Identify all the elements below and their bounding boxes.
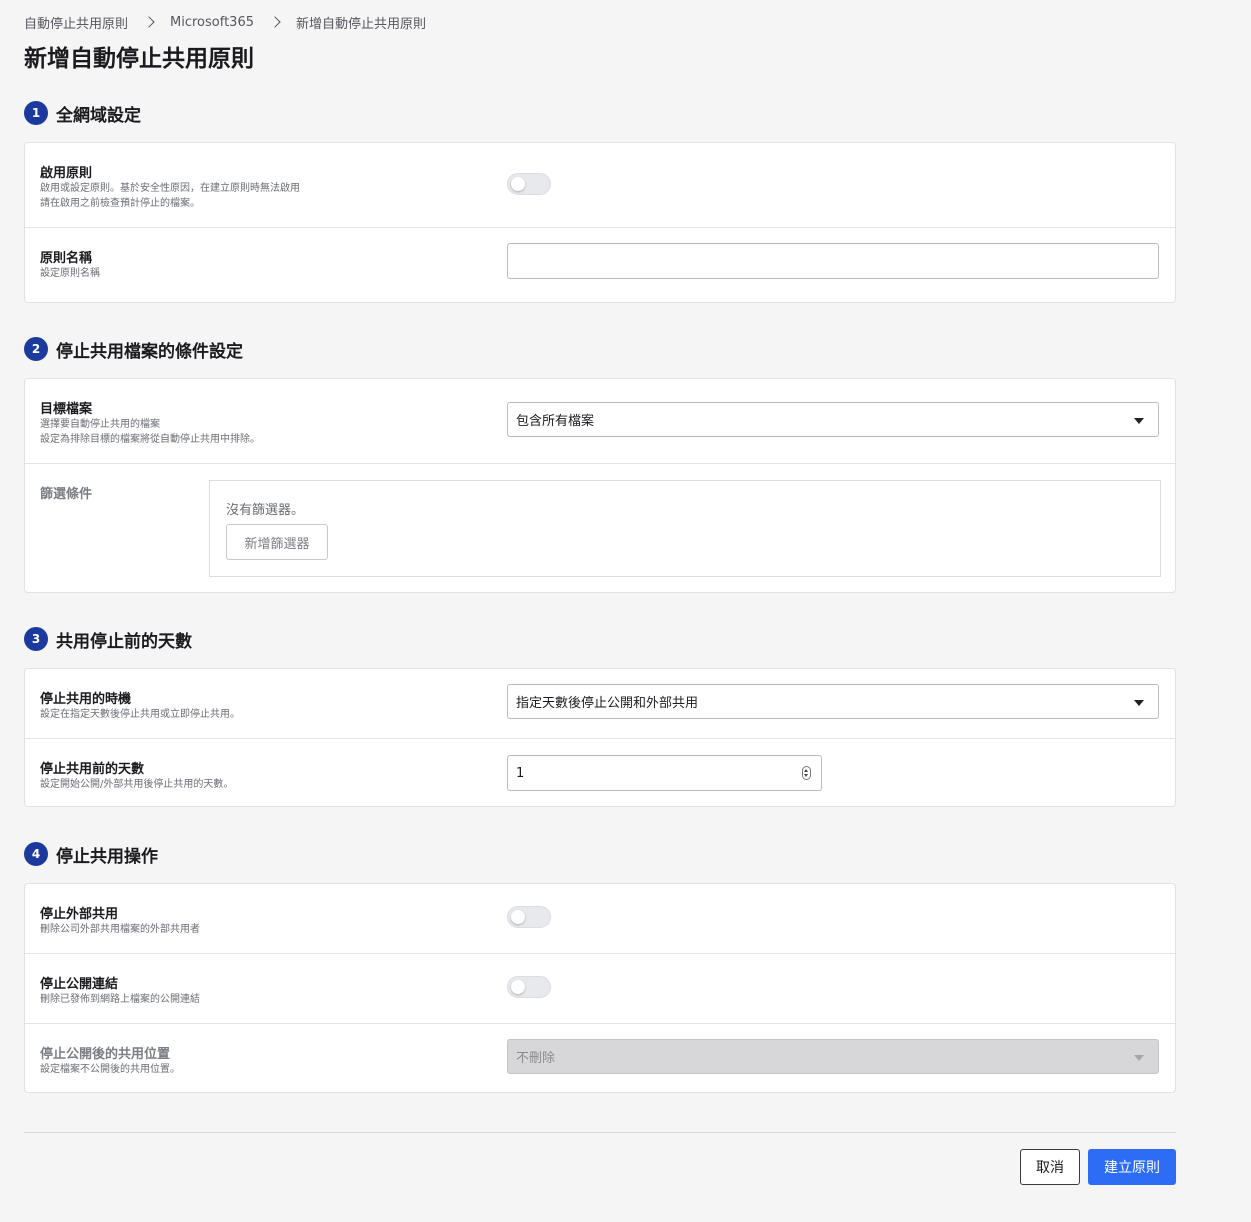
stepper-icon[interactable]	[802, 766, 811, 780]
setting-row-filters: 篩選條件 沒有篩選器。 新增篩選器	[25, 464, 1175, 592]
setting-description: 設定在指定天數後停止共用或立即停止共用。	[40, 709, 240, 720]
chevron-right-icon	[143, 16, 155, 28]
setting-row-policy-name: 原則名稱 設定原則名稱	[25, 228, 1175, 303]
setting-label: 停止公開連結	[40, 977, 119, 992]
stop-public-link-toggle[interactable]	[507, 976, 551, 998]
caret-down-icon	[1134, 700, 1144, 706]
setting-row-stop-external: 停止外部共用 刪除公司外部共用檔案的外部共用者	[25, 884, 1175, 954]
setting-label: 原則名稱	[40, 251, 93, 266]
empty-filter-text: 沒有篩選器。	[226, 503, 305, 518]
section-header-days: 3 共用停止前的天數	[24, 626, 192, 652]
setting-label: 停止共用前的天數	[40, 762, 145, 777]
breadcrumb-item-current: 新增自動停止共用原則	[296, 16, 427, 32]
setting-row-stop-public-link: 停止公開連結 刪除已發佈到網路上檔案的公開連結	[25, 954, 1175, 1024]
setting-description: 設定原則名稱	[40, 268, 100, 279]
setting-description: 啟用或設定原則。基於安全性原因，在建立原則時無法啟用	[40, 183, 300, 194]
enable-policy-toggle[interactable]	[507, 173, 551, 195]
section-card-global: 啟用原則 啟用或設定原則。基於安全性原因，在建立原則時無法啟用 請在啟用之前檢查…	[24, 142, 1176, 303]
setting-description: 請在啟用之前檢查預計停止的檔案。	[40, 198, 200, 209]
step-number-badge: 2	[24, 337, 48, 361]
setting-label: 目標檔案	[40, 402, 93, 417]
caret-down-icon	[1134, 1055, 1144, 1061]
setting-description: 設定檔案不公開後的共用位置。	[40, 1064, 180, 1075]
setting-label: 停止公開後的共用位置	[40, 1047, 171, 1062]
section-title: 停止共用檔案的條件設定	[56, 341, 243, 362]
caret-down-icon	[1134, 418, 1144, 424]
cancel-button[interactable]: 取消	[1020, 1149, 1080, 1185]
section-card-days: 停止共用的時機 設定在指定天數後停止共用或立即停止共用。 指定天數後停止公開和外…	[24, 668, 1176, 807]
select-value: 包含所有檔案	[516, 414, 595, 429]
page-title: 新增自動停止共用原則	[24, 46, 254, 72]
select-value: 指定天數後停止公開和外部共用	[516, 696, 699, 711]
setting-label: 篩選條件	[40, 487, 93, 502]
setting-description: 選擇要自動停止共用的檔案	[40, 419, 160, 430]
footer-divider	[24, 1132, 1176, 1133]
section-header-global: 1 全網域設定	[24, 100, 141, 126]
days-number-input[interactable]: 1	[507, 755, 822, 791]
toggle-knob	[511, 177, 525, 191]
target-files-select[interactable]: 包含所有檔案	[507, 402, 1159, 437]
section-header-conditions: 2 停止共用檔案的條件設定	[24, 336, 243, 362]
policy-name-input[interactable]	[507, 243, 1159, 279]
setting-description: 刪除已發佈到網路上檔案的公開連結	[40, 994, 200, 1005]
breadcrumb-item-policies[interactable]: 自動停止共用原則	[24, 13, 128, 32]
share-location-select: 不刪除	[507, 1039, 1159, 1074]
toggle-knob	[511, 910, 525, 924]
section-card-conditions: 目標檔案 選擇要自動停止共用的檔案 設定為排除目標的檔案將從自動停止共用中排除。…	[24, 378, 1176, 593]
section-header-actions: 4 停止共用操作	[24, 841, 158, 867]
setting-description: 刪除公司外部共用檔案的外部共用者	[40, 924, 200, 935]
section-title: 共用停止前的天數	[56, 631, 192, 652]
toggle-knob	[511, 980, 525, 994]
setting-description: 設定開始公開/外部共用後停止共用的天數。	[40, 779, 234, 790]
number-value: 1	[516, 765, 525, 781]
setting-row-target-files: 目標檔案 選擇要自動停止共用的檔案 設定為排除目標的檔案將從自動停止共用中排除。…	[25, 379, 1175, 464]
stop-timing-select[interactable]: 指定天數後停止公開和外部共用	[507, 684, 1159, 719]
setting-description: 設定為排除目標的檔案將從自動停止共用中排除。	[40, 434, 260, 445]
section-title: 全網域設定	[56, 105, 141, 126]
setting-label: 啟用原則	[40, 166, 93, 181]
breadcrumb: 自動停止共用原則 Microsoft365 新增自動停止共用原則	[24, 13, 427, 32]
setting-label: 停止外部共用	[40, 907, 119, 922]
section-card-actions: 停止外部共用 刪除公司外部共用檔案的外部共用者 停止公開連結 刪除已發佈到網路上…	[24, 883, 1176, 1093]
step-number-badge: 3	[24, 627, 48, 651]
filter-panel: 沒有篩選器。 新增篩選器	[209, 480, 1161, 577]
setting-row-stop-timing: 停止共用的時機 設定在指定天數後停止共用或立即停止共用。 指定天數後停止公開和外…	[25, 669, 1175, 739]
step-number-badge: 1	[24, 101, 48, 125]
breadcrumb-item-service[interactable]: Microsoft365	[170, 15, 254, 30]
setting-row-share-location: 停止公開後的共用位置 設定檔案不公開後的共用位置。 不刪除	[25, 1024, 1175, 1092]
setting-label: 停止共用的時機	[40, 692, 132, 707]
chevron-right-icon	[269, 16, 281, 28]
setting-row-days-before-stop: 停止共用前的天數 設定開始公開/外部共用後停止共用的天數。 1	[25, 739, 1175, 807]
step-number-badge: 4	[24, 842, 48, 866]
create-policy-button[interactable]: 建立原則	[1088, 1149, 1176, 1185]
select-value: 不刪除	[516, 1051, 556, 1066]
add-filter-button[interactable]: 新增篩選器	[226, 524, 328, 560]
setting-row-enable-policy: 啟用原則 啟用或設定原則。基於安全性原因，在建立原則時無法啟用 請在啟用之前檢查…	[25, 143, 1175, 228]
stop-external-toggle[interactable]	[507, 906, 551, 928]
section-title: 停止共用操作	[56, 846, 158, 867]
